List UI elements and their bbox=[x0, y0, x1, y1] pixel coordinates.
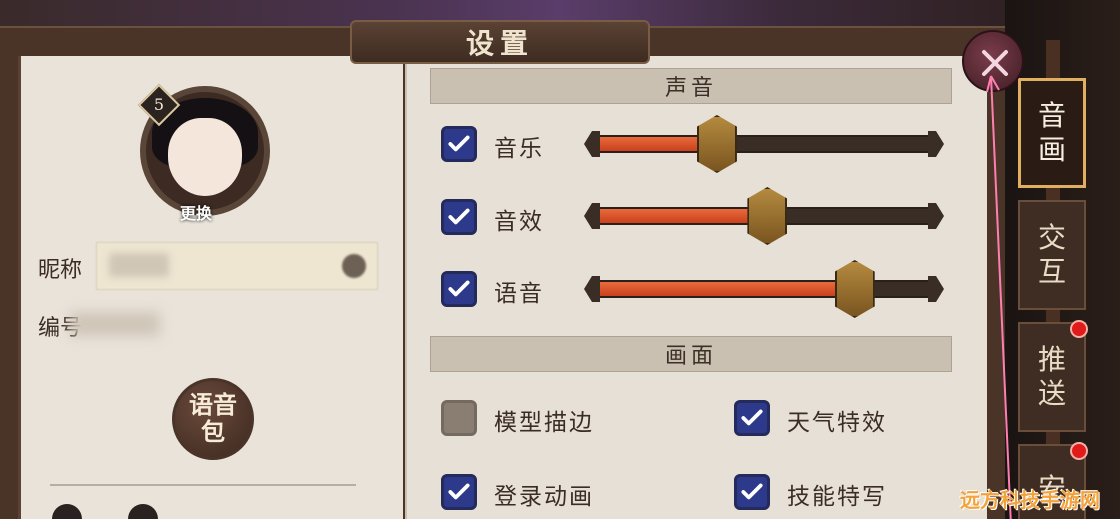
slider-cap-left bbox=[584, 203, 600, 229]
tab-interaction[interactable]: 交 互 bbox=[1018, 200, 1086, 310]
slider-fill bbox=[596, 209, 768, 223]
music-checkbox[interactable] bbox=[441, 126, 477, 162]
slider-cap-right bbox=[928, 203, 944, 229]
page-title: 设置 bbox=[465, 27, 534, 60]
skill-closeup-label: 技能特写 bbox=[787, 484, 887, 510]
nickname-value-blurred bbox=[109, 253, 169, 277]
sfx-label: 音效 bbox=[494, 209, 544, 235]
login-animation-label: 登录动画 bbox=[494, 484, 594, 510]
music-label: 音乐 bbox=[494, 136, 544, 162]
slider-fill bbox=[596, 282, 855, 296]
tab-push[interactable]: 推 送 bbox=[1018, 322, 1086, 432]
sound-section-header: 声音 bbox=[430, 68, 952, 104]
slider-cap-left bbox=[584, 276, 600, 302]
tab-label: 互 bbox=[1037, 255, 1066, 288]
weather-effects-label: 天气特效 bbox=[787, 410, 887, 436]
music-volume-slider[interactable] bbox=[584, 115, 944, 173]
tab-label: 交 bbox=[1037, 221, 1066, 254]
check-icon bbox=[741, 409, 763, 426]
check-icon bbox=[448, 135, 470, 152]
tab-label: 画 bbox=[1037, 133, 1066, 166]
slider-cap-left bbox=[584, 131, 600, 157]
voice-volume-slider[interactable] bbox=[584, 260, 944, 318]
slider-thumb[interactable] bbox=[834, 260, 875, 318]
skill-closeup-checkbox[interactable] bbox=[734, 474, 770, 510]
check-icon bbox=[448, 280, 470, 297]
nickname-field[interactable] bbox=[96, 242, 378, 290]
model-outline-checkbox[interactable] bbox=[441, 400, 477, 436]
voice-pack-label-2: 包 bbox=[201, 418, 225, 446]
check-icon bbox=[741, 483, 763, 500]
change-avatar-label[interactable]: 更换 bbox=[180, 200, 212, 224]
slider-cap-right bbox=[928, 276, 944, 302]
settings-title-banner: 设置 bbox=[350, 20, 650, 64]
voice-checkbox[interactable] bbox=[441, 271, 477, 307]
tab-label: 推 bbox=[1037, 343, 1066, 376]
tab-label: 送 bbox=[1037, 377, 1066, 410]
annotation-arrow-icon bbox=[986, 75, 1012, 519]
notification-badge bbox=[1070, 442, 1088, 460]
id-value-blurred bbox=[70, 312, 160, 336]
voice-label: 语音 bbox=[494, 281, 544, 307]
login-animation-checkbox[interactable] bbox=[441, 474, 477, 510]
sfx-checkbox[interactable] bbox=[441, 199, 477, 235]
check-icon bbox=[448, 483, 470, 500]
slider-cap-right bbox=[928, 131, 944, 157]
nickname-label: 昵称 bbox=[38, 258, 83, 283]
level-value: 5 bbox=[153, 95, 165, 114]
sfx-volume-slider[interactable] bbox=[584, 187, 944, 245]
random-name-icon[interactable] bbox=[342, 254, 366, 278]
slider-thumb[interactable] bbox=[747, 187, 788, 245]
notification-badge bbox=[1070, 320, 1088, 338]
check-icon bbox=[448, 208, 470, 225]
model-outline-label: 模型描边 bbox=[494, 410, 594, 436]
voice-pack-label-1: 语音 bbox=[189, 391, 237, 419]
watermark: 远方科技手游网 bbox=[960, 488, 1100, 512]
voice-pack-button[interactable]: 语音 包 bbox=[172, 378, 254, 460]
slider-thumb[interactable] bbox=[696, 115, 737, 173]
tab-audio-visual[interactable]: 音 画 bbox=[1018, 78, 1086, 188]
weather-effects-checkbox[interactable] bbox=[734, 400, 770, 436]
divider bbox=[50, 484, 356, 486]
avatar-face bbox=[168, 118, 242, 196]
graphics-section-header: 画面 bbox=[430, 336, 952, 372]
tab-label: 音 bbox=[1037, 99, 1066, 132]
